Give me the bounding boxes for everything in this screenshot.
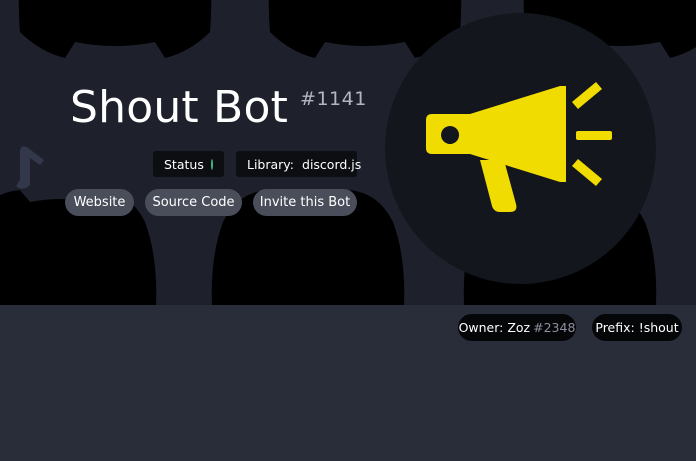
bot-name: Shout Bot	[70, 82, 289, 133]
status-tag: Status	[153, 151, 224, 177]
library-value: discord.js	[302, 156, 362, 172]
megaphone-icon	[426, 82, 612, 212]
status-label: Status	[164, 156, 204, 172]
owner-badge[interactable]: Owner: Zoz #2348	[458, 314, 576, 341]
prefix-label: Prefix: !shout	[595, 320, 679, 335]
source-code-button[interactable]: Source Code	[145, 189, 242, 216]
owner-label: Owner: Zoz	[458, 320, 531, 335]
library-label: Library:	[247, 156, 295, 172]
status-online-indicator	[210, 158, 213, 170]
owner-discriminator: #2348	[533, 320, 576, 335]
bot-title: Shout Bot #1141	[70, 82, 367, 134]
bot-discriminator: #1141	[300, 88, 367, 110]
website-button[interactable]: Website	[65, 189, 134, 216]
prefix-badge: Prefix: !shout	[592, 314, 682, 341]
library-tag: Library: discord.js	[236, 151, 361, 177]
hero-banner: Shout Bot #1141 Status Library: discord.…	[0, 0, 696, 305]
invite-bot-button[interactable]: Invite this Bot	[253, 189, 357, 216]
